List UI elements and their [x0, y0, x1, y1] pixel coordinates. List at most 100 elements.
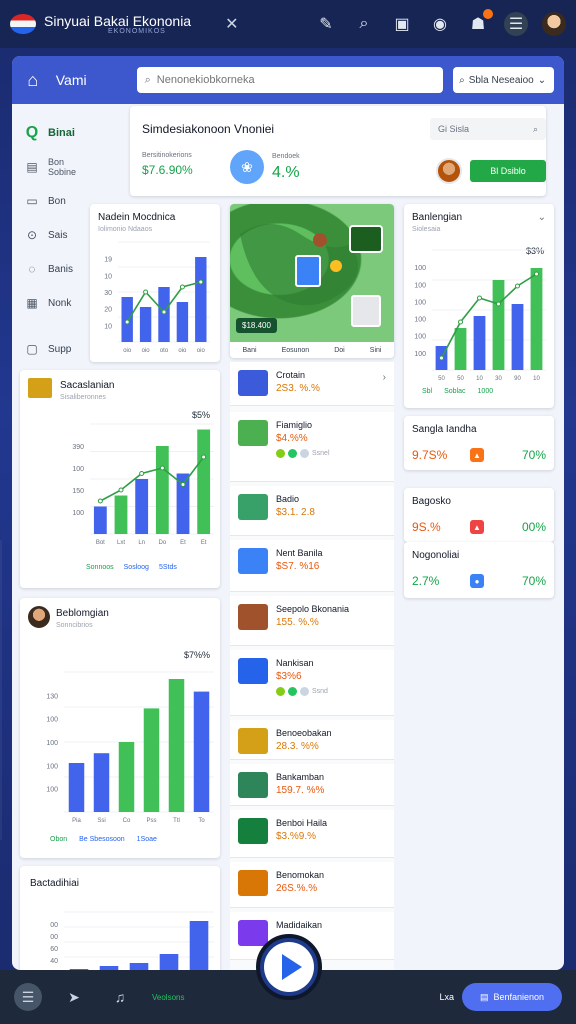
bar-chart: 00 00 60 40 [50, 911, 214, 970]
bar[interactable] [511, 304, 524, 370]
list-item[interactable]: Nankisan $3%6 Ssnd [230, 650, 394, 716]
chevron-right-icon[interactable]: › [383, 372, 386, 383]
list-item[interactable]: Badio $3.1. 2.8 [230, 486, 394, 536]
trend-point [458, 319, 463, 325]
legend-item: Soblac [444, 388, 466, 395]
list-item-value: $4.%% [276, 433, 308, 444]
list-item[interactable]: Benboi Haila $3.%9.% [230, 810, 394, 858]
list-item[interactable]: Benomokan 26S.%.% [230, 862, 394, 908]
search-icon[interactable]: ⌕ [352, 12, 376, 36]
list-item-text: Benomokan 26S.%.% [276, 870, 324, 894]
map-tab[interactable]: Bani [243, 347, 257, 354]
legend-item: Sosloog [123, 564, 149, 571]
list-item[interactable]: Bankamban 159.7. %% [230, 764, 394, 806]
x-tick-label: 10 [476, 376, 483, 382]
bar[interactable] [155, 446, 169, 534]
list-item[interactable]: Nent Banila $S7. %16 [230, 540, 394, 592]
stat-right-value: 70% [521, 574, 546, 588]
close-icon[interactable]: ✕ [225, 14, 238, 34]
support-icon: ▢ [26, 342, 38, 356]
stat-card[interactable]: Nogonoliai 2.7% ● 70% [404, 542, 554, 598]
send-icon[interactable]: ➤ [60, 983, 88, 1011]
subscribe-button[interactable]: ▤ Benfanienon [462, 983, 562, 1011]
bar[interactable] [68, 763, 85, 812]
y-tick-label: 10 [104, 323, 112, 330]
menu-icon[interactable]: ☰ [14, 983, 42, 1011]
y-tick-label: 100 [414, 265, 426, 272]
status-dot [276, 449, 285, 458]
bar-chart: 390 100 150 100 Bot Lxt Ln Do Et Et [72, 423, 214, 546]
list-item-name: Benboi Haila [276, 818, 328, 828]
chevron-down-icon: ⌄ [537, 74, 547, 86]
bar[interactable] [143, 708, 160, 812]
region-select[interactable]: ⌕ Sbla Neseaioo ⌄ [453, 67, 554, 93]
avatar [436, 158, 462, 184]
map-tab[interactable]: Eosunon [282, 347, 310, 354]
notification-icon[interactable]: ☗ [466, 9, 493, 36]
trend-point [139, 471, 145, 476]
x-tick-label: Pia [72, 818, 81, 824]
bar[interactable] [129, 963, 149, 970]
list-item-value: 2S3. %.% [276, 383, 320, 394]
trend-point [198, 279, 204, 285]
home-icon[interactable]: ⌂ [22, 69, 44, 91]
map-tab[interactable]: Sini [370, 347, 382, 354]
map-card[interactable]: $18.400 Bani Eosunon Doi Sini [230, 204, 394, 358]
filter-box[interactable]: Gi Sisla ⌕ [430, 118, 546, 140]
bar[interactable] [189, 921, 209, 970]
status-dot [288, 687, 297, 696]
search-box[interactable]: ⌕ [136, 67, 444, 93]
pen-icon[interactable]: ✎ [314, 12, 338, 36]
bar[interactable] [193, 691, 210, 812]
list-item[interactable]: Seepolo Bkonania 155. %.% [230, 596, 394, 646]
search-input[interactable] [156, 74, 417, 86]
bar[interactable] [135, 479, 149, 534]
sidebar-item-binai[interactable]: Q Binai [12, 116, 130, 150]
list-item[interactable]: Benoeobakan 28.3. %% [230, 720, 394, 760]
bank-icon [238, 818, 268, 844]
list-item[interactable]: Crotain 2S3. %.% › [230, 362, 394, 406]
y-tick-label: 00 [50, 922, 58, 929]
bar[interactable] [93, 753, 110, 812]
x-tick-label: 50 [438, 376, 445, 382]
kpi-secondary: ❀ Bendoek 4.% [230, 150, 300, 184]
play-button[interactable] [256, 934, 322, 1000]
bar[interactable] [492, 280, 505, 370]
bell-icon[interactable]: ♫ [106, 983, 134, 1011]
sidebar-item-bon[interactable]: ▤ Bon Sobine [12, 150, 130, 184]
x-tick-label: oio [123, 348, 132, 354]
summary-card: Simdesiakonoon Vnoniei Gi Sisla ⌕ Bersit… [130, 106, 546, 196]
bar[interactable] [195, 257, 207, 342]
legend-item: 5Stds [158, 564, 177, 571]
details-button[interactable]: Bl Dsiblo [470, 160, 546, 182]
list-item[interactable]: Fiamiglio $4.%% Ssnel [230, 412, 394, 482]
bar[interactable] [473, 316, 486, 370]
location-icon[interactable]: ◉ [428, 12, 452, 36]
bar[interactable] [454, 328, 467, 370]
user-avatar[interactable] [542, 12, 566, 36]
list-item-text: Nent Banila $S7. %16 [276, 548, 323, 572]
bar[interactable] [114, 495, 128, 535]
map-icon [238, 870, 268, 896]
legend-item: Sonnoos [86, 564, 114, 571]
x-tick-label: Lxt [117, 540, 125, 546]
image-icon[interactable]: ▣ [390, 12, 414, 36]
bar[interactable] [139, 307, 152, 342]
bar[interactable] [93, 506, 107, 535]
bar[interactable] [168, 679, 185, 812]
bar[interactable] [197, 429, 211, 535]
status-dot [300, 449, 309, 458]
main-panel: ⌂ Vami ⌕ ⌕ Sbla Neseaioo ⌄ Q Binai ▤ Bon… [12, 56, 564, 970]
stat-name: Bagosko [412, 496, 451, 507]
stat-card[interactable]: Bagosko 9S.% ▲ 00% [404, 488, 554, 542]
bar[interactable] [159, 954, 179, 970]
menu-icon[interactable]: ☰ [504, 12, 528, 36]
y-tick-label: 100 [72, 466, 84, 473]
map-tab[interactable]: Doi [334, 347, 345, 354]
bar[interactable] [118, 742, 135, 812]
bar[interactable] [530, 268, 543, 370]
list-item-name: Badio [276, 494, 300, 504]
bar[interactable] [176, 302, 189, 342]
stat-card[interactable]: Sangla Iandha 9.7S% ▲ 70% [404, 416, 554, 470]
bottom-label[interactable]: Veolsons [152, 993, 184, 1002]
